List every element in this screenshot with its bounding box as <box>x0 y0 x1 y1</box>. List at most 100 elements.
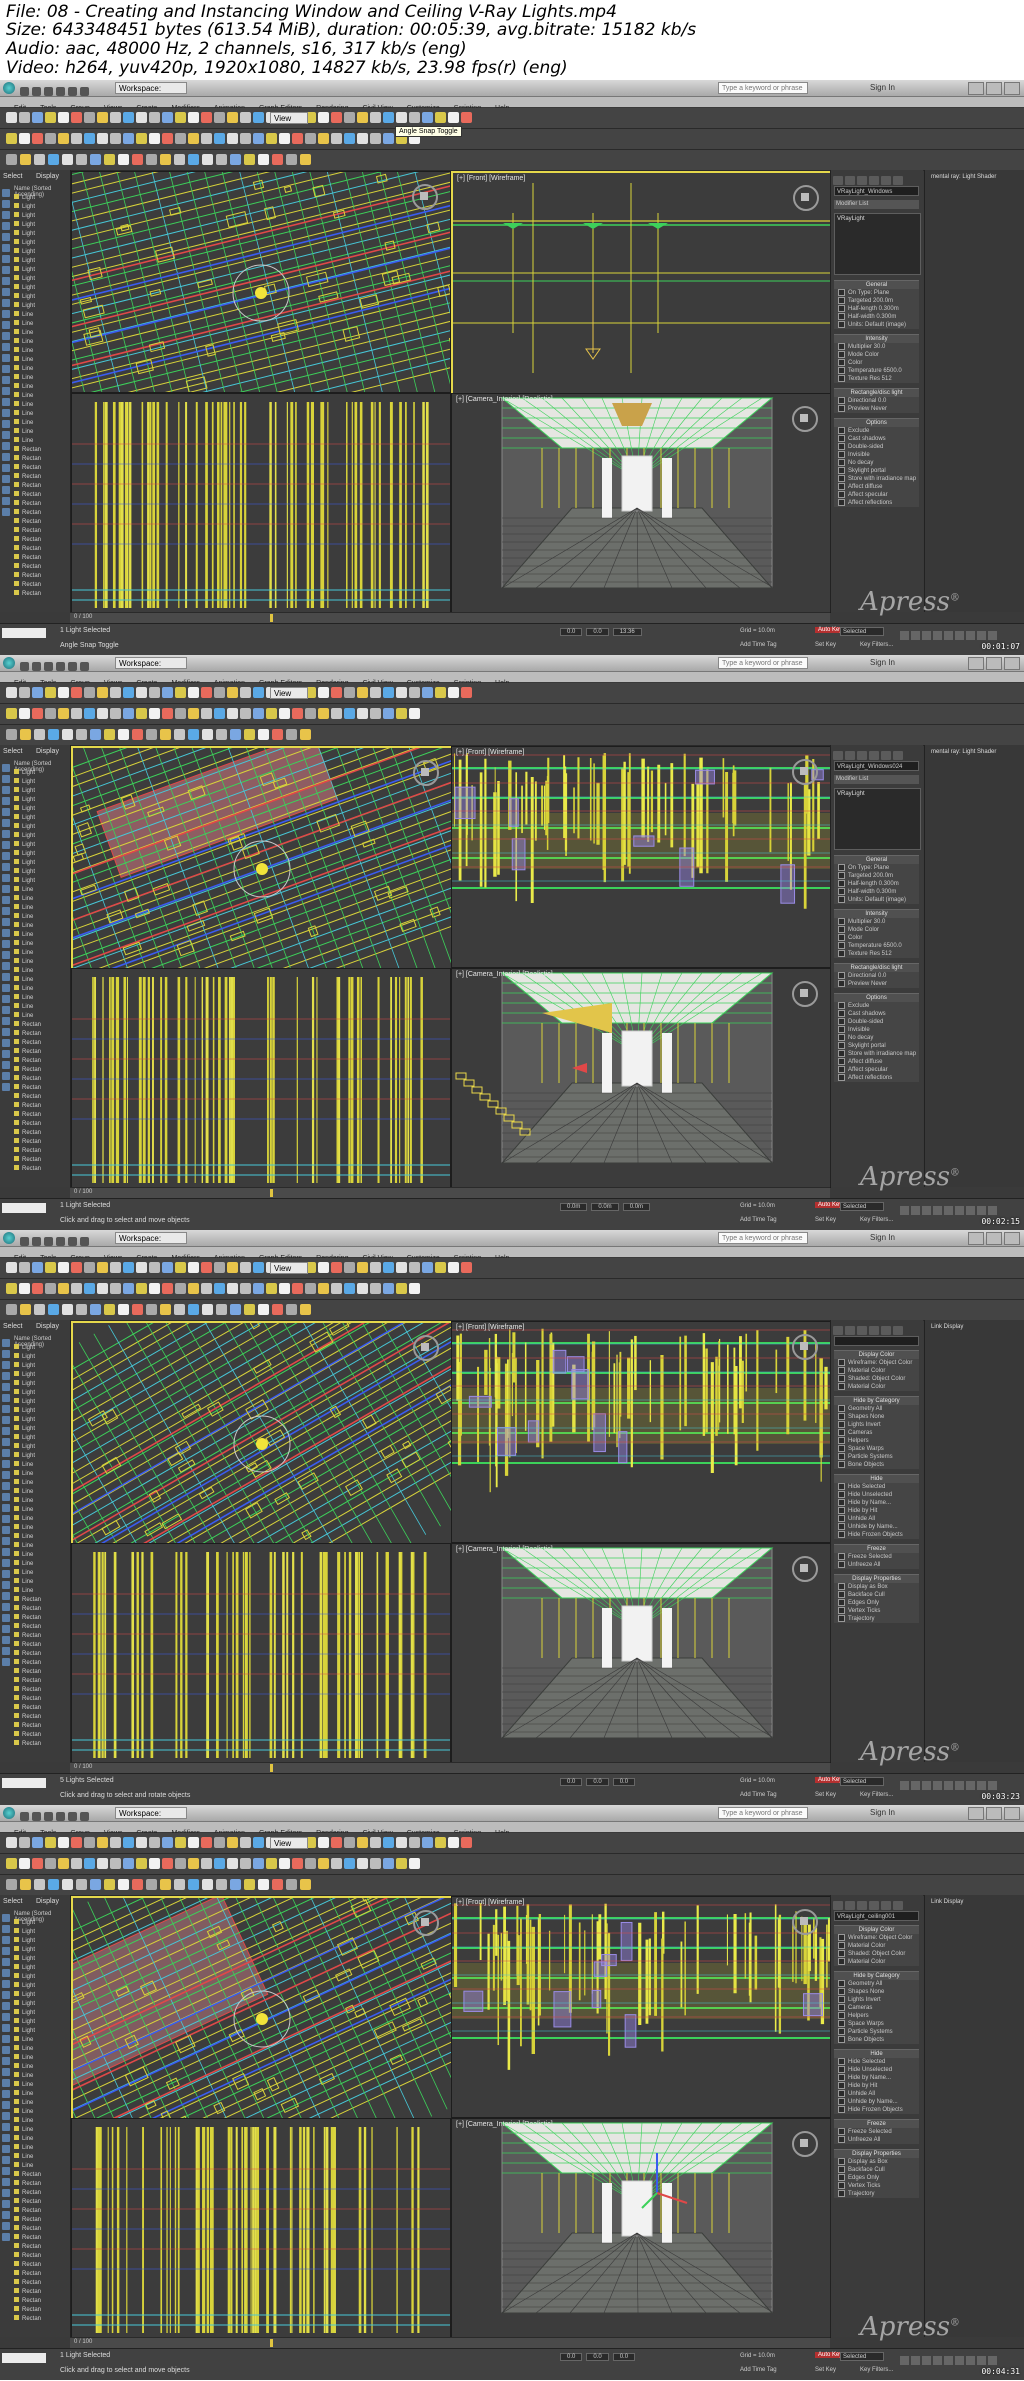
scene-object-row[interactable]: Rectan <box>14 2306 68 2315</box>
filter-icon-1[interactable] <box>2 189 10 197</box>
rollout-header[interactable]: Hide <box>834 1475 919 1483</box>
viewport-front[interactable]: [+] [Front] [Wireframe] <box>451 746 831 968</box>
toolbar-button-1-29[interactable] <box>370 687 381 698</box>
toolbar-button-2-5[interactable] <box>58 1858 69 1869</box>
toolbar-button-3-21[interactable] <box>286 1879 297 1890</box>
rollout-row[interactable]: Color <box>834 934 919 942</box>
rollout-row[interactable]: Temperature 6500.0 <box>834 367 919 375</box>
toolbar-button-3-2[interactable] <box>20 729 31 740</box>
scene-object-row[interactable]: Rectan <box>14 1704 68 1713</box>
filter-icon-8[interactable] <box>2 266 10 274</box>
checkbox[interactable] <box>838 1980 845 1987</box>
toolbar-button-1-1[interactable] <box>6 1837 17 1848</box>
filter-icon-26[interactable] <box>2 1614 10 1622</box>
toolbar-button-2-8[interactable] <box>97 1858 108 1869</box>
play-icon[interactable] <box>922 1781 931 1790</box>
filter-icon-2[interactable] <box>2 200 10 208</box>
toolbar-button-1-32[interactable] <box>409 687 420 698</box>
rollout-row[interactable]: Color <box>834 359 919 367</box>
toolbar-button-1-1[interactable] <box>6 112 17 123</box>
scene-object-row[interactable]: Line <box>14 2135 68 2144</box>
scene-object-row[interactable]: Light <box>14 2009 68 2018</box>
viewport-label[interactable]: [+] [Front] [Wireframe] <box>457 175 525 182</box>
minimize-button[interactable] <box>968 657 984 670</box>
rollout-header[interactable]: Intensity <box>834 335 919 343</box>
toolbar-button-3-1[interactable] <box>6 1304 17 1315</box>
redo-icon[interactable] <box>68 662 77 671</box>
checkbox[interactable] <box>838 2020 845 2027</box>
filter-icon-12[interactable] <box>2 2035 10 2043</box>
toolbar-button-3-21[interactable] <box>286 1304 297 1315</box>
motion-tab-icon[interactable] <box>869 1901 879 1910</box>
scene-object-row[interactable]: Light <box>14 239 68 248</box>
rollout-row[interactable]: Vertex Ticks <box>834 1607 919 1615</box>
filter-icon-20[interactable] <box>2 2123 10 2131</box>
toolbar-button-2-28[interactable] <box>357 1858 368 1869</box>
set-key-button[interactable]: Set Key <box>815 642 836 648</box>
modifier-stack-item[interactable]: VRayLight <box>835 789 920 799</box>
toolbar-button-3-17[interactable] <box>230 154 241 165</box>
toolbar-button-1-30[interactable] <box>383 687 394 698</box>
toolbar-button-1-8[interactable] <box>97 1837 108 1848</box>
motion-tab-icon[interactable] <box>869 751 879 760</box>
rollout-row[interactable]: Space Warps <box>834 1445 919 1453</box>
scene-object-row[interactable]: Rectan <box>14 1731 68 1740</box>
checkbox[interactable] <box>838 2106 845 2113</box>
scene-object-row[interactable]: Rectan <box>14 1614 68 1623</box>
rollout-row[interactable]: Skylight portal <box>834 1042 919 1050</box>
toolbar-button-2-8[interactable] <box>97 1283 108 1294</box>
scene-object-row[interactable]: Line <box>14 329 68 338</box>
scene-object-row[interactable]: Rectan <box>14 1605 68 1614</box>
selected-dropdown[interactable]: Selected <box>840 1202 884 1211</box>
checkbox[interactable] <box>838 499 845 506</box>
filter-icon-5[interactable] <box>2 808 10 816</box>
toolbar-button-1-10[interactable] <box>123 687 134 698</box>
filter-icon-26[interactable] <box>2 1039 10 1047</box>
time-slider-thumb[interactable] <box>270 1764 273 1772</box>
toolbar-button-3-19[interactable] <box>258 1304 269 1315</box>
toolbar-button-2-30[interactable] <box>383 708 394 719</box>
toolbar-button-3-20[interactable] <box>272 1304 283 1315</box>
toolbar-button-3-4[interactable] <box>48 1304 59 1315</box>
scene-object-row[interactable]: Rectan <box>14 2288 68 2297</box>
scene-object-row[interactable]: Line <box>14 437 68 446</box>
toolbar-button-3-7[interactable] <box>90 729 101 740</box>
scene-object-row[interactable]: Rectan <box>14 1686 68 1695</box>
new-icon[interactable] <box>20 87 29 96</box>
toolbar-button-1-19[interactable] <box>240 687 251 698</box>
filter-icon-27[interactable] <box>2 1625 10 1633</box>
toolbar-button-1-2[interactable] <box>19 112 30 123</box>
scene-object-row[interactable]: Light <box>14 275 68 284</box>
toolbar-button-3-5[interactable] <box>62 729 73 740</box>
toolbar-button-3-20[interactable] <box>272 154 283 165</box>
toolbar-button-1-14[interactable] <box>175 1837 186 1848</box>
goto-start-icon[interactable] <box>900 2356 909 2365</box>
checkbox[interactable] <box>838 934 845 941</box>
viewport-label[interactable]: [+] [Front] [Wireframe] <box>456 1899 524 1906</box>
selected-dropdown[interactable]: Selected <box>840 1777 884 1786</box>
toolbar-button-2-11[interactable] <box>136 1858 147 1869</box>
toolbar-button-1-9[interactable] <box>110 1262 121 1273</box>
checkbox[interactable] <box>838 397 845 404</box>
toolbar-button-2-14[interactable] <box>175 708 186 719</box>
scene-object-row[interactable]: Light <box>14 1407 68 1416</box>
workspace-dropdown[interactable]: Workspace: Default <box>115 1807 187 1830</box>
checkbox[interactable] <box>838 1026 845 1033</box>
toolbar-button-2-3[interactable] <box>32 133 43 144</box>
rollout-row[interactable]: Lights Invert <box>834 1996 919 2004</box>
scene-object-row[interactable]: Rectan <box>14 1659 68 1668</box>
filter-icon-19[interactable] <box>2 1537 10 1545</box>
coord-x-field[interactable]: 0.0 <box>560 1778 583 1786</box>
toolbar-button-3-11[interactable] <box>146 1879 157 1890</box>
filter-icon-22[interactable] <box>2 420 10 428</box>
motion-tab-icon[interactable] <box>869 176 879 185</box>
filter-icon-1[interactable] <box>2 764 10 772</box>
filter-icon-28[interactable] <box>2 1061 10 1069</box>
toolbar-button-3-3[interactable] <box>34 1304 45 1315</box>
coord-y-field[interactable]: 0.0 <box>586 1778 609 1786</box>
filter-icon-24[interactable] <box>2 1017 10 1025</box>
app-logo-icon[interactable] <box>3 82 15 94</box>
checkbox[interactable] <box>838 2128 845 2135</box>
toolbar-button-2-11[interactable] <box>136 133 147 144</box>
rollout-row[interactable]: Space Warps <box>834 2020 919 2028</box>
